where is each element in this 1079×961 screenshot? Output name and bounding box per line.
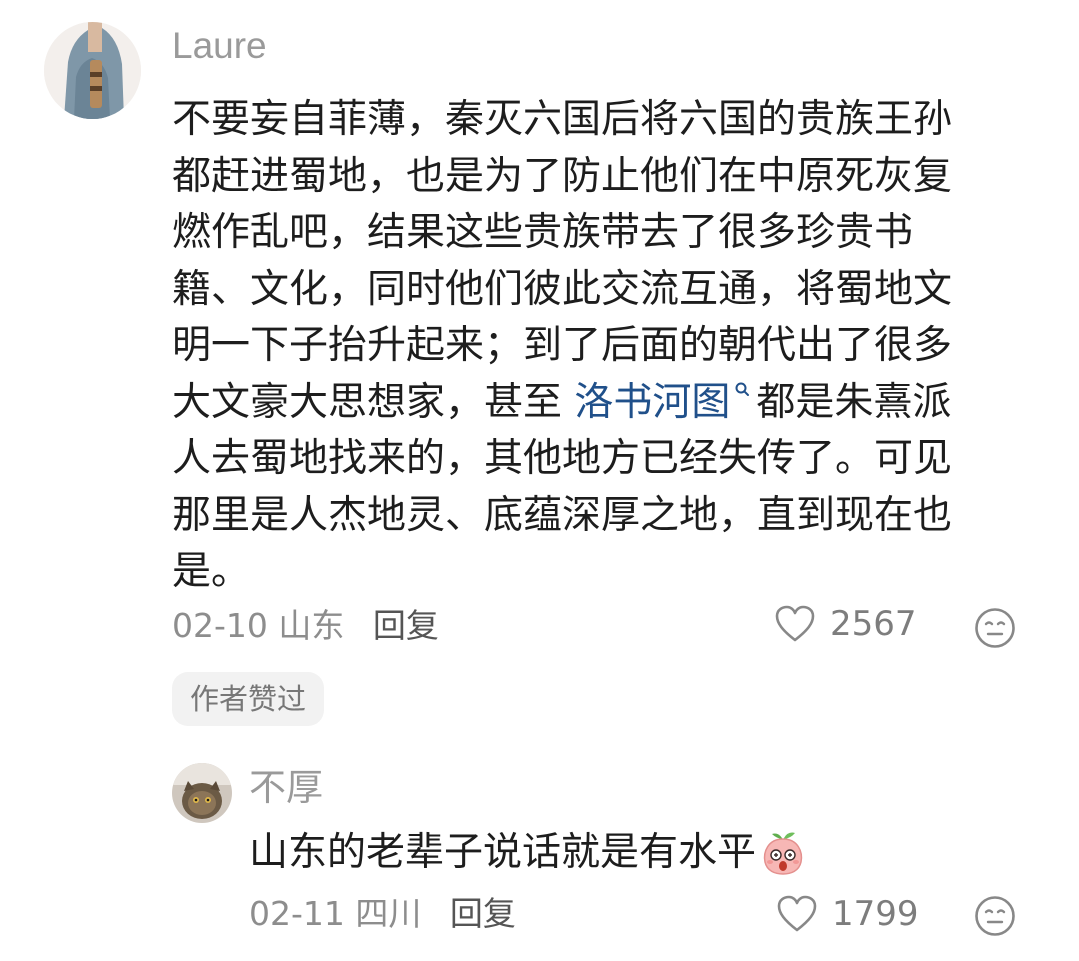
comment-line-with-link: 大文豪大思想家，甚至 洛书河图 都是朱熹派: [172, 375, 1032, 432]
heart-outline-icon[interactable]: [776, 894, 818, 934]
comment-line: 不要妄自菲薄，秦灭六国后将六国的贵族王孙: [172, 97, 953, 142]
reply-reply-button[interactable]: 回复: [450, 894, 516, 933]
comment-line: 是。: [172, 549, 251, 594]
comment-line: 人去蜀地找来的，其他地方已经失传了。可见: [172, 436, 953, 481]
heart-outline-icon[interactable]: [774, 604, 816, 644]
neutral-face-icon[interactable]: [974, 607, 1016, 649]
link-line-prefix: 大文豪大思想家，甚至: [172, 379, 575, 425]
search-icon[interactable]: [734, 381, 750, 399]
search-link[interactable]: 洛书河图: [574, 380, 730, 425]
user-avatar[interactable]: [44, 22, 141, 119]
author-liked-badge: 作者赞过: [172, 672, 325, 726]
reply-date: 02-11: [249, 894, 345, 933]
reply-like-button[interactable]: 1799: [776, 894, 919, 934]
reply-text-content: 山东的老辈子说话就是有水平: [249, 830, 757, 875]
like-button[interactable]: 2567: [774, 604, 917, 644]
reply-like-count: 1799: [832, 894, 919, 934]
peach-surprised-emoji-icon: [763, 832, 803, 875]
reply-username[interactable]: 不厚: [249, 766, 323, 810]
comment-text: 不要妄自菲薄，秦灭六国后将六国的贵族王孙 都赶进蜀地，也是为了防止他们在中原死灰…: [172, 92, 1032, 601]
user-avatar-photo-icon: [44, 22, 141, 119]
reply-meta: 02-11 四川 回复: [249, 894, 516, 934]
like-count: 2567: [830, 604, 917, 644]
reply-avatar[interactable]: [172, 763, 232, 823]
comment-location: 山东: [278, 606, 345, 645]
comment-line: 都赶进蜀地，也是为了防止他们在中原死灰复: [172, 153, 953, 199]
link-line-suffix: 都是朱熹派: [756, 379, 952, 425]
comment-meta: 02-10 山东 回复: [172, 606, 439, 646]
comment-line: 那里是人杰地灵、底蕴深厚之地，直到现在也: [172, 492, 953, 538]
comment-date: 02-10: [172, 606, 268, 645]
neutral-face-icon[interactable]: [974, 895, 1016, 937]
comment-line: 籍、文化，同时他们彼此交流互通，将蜀地文: [172, 266, 953, 312]
comment-line: 明一下子抬升起来；到了后面的朝代出了很多: [172, 323, 953, 368]
comment-line: 燃作乱吧，结果这些贵族带去了很多珍贵书: [172, 210, 914, 255]
cat-avatar-photo-icon: [172, 763, 232, 823]
reply-button[interactable]: 回复: [373, 606, 439, 645]
reply-text: 山东的老辈子说话就是有水平: [249, 827, 806, 879]
reply-location: 四川: [355, 894, 422, 933]
comment-username[interactable]: Laure: [172, 26, 267, 66]
